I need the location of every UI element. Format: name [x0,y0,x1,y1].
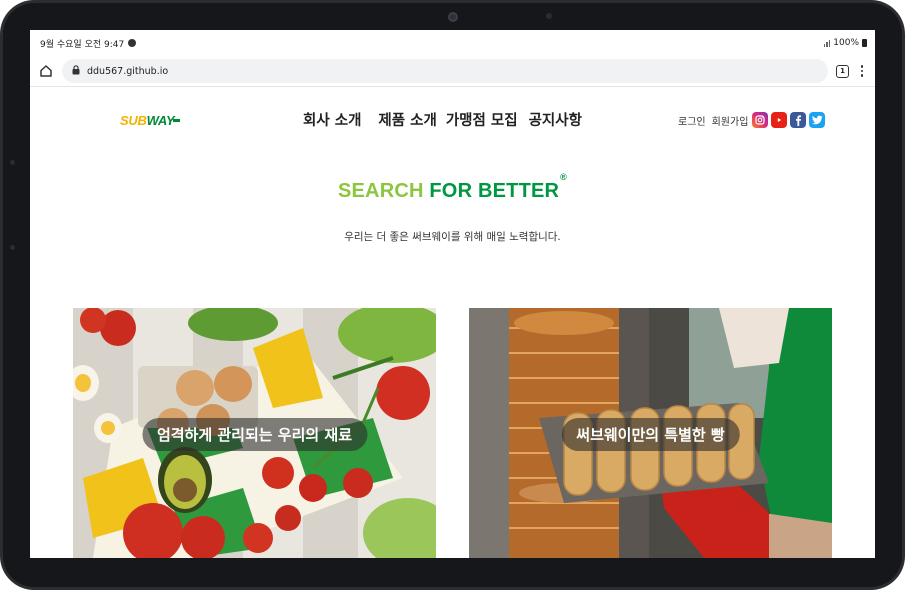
ingredients-card[interactable]: 엄격하게 관리되는 우리의 재료 [73,308,436,558]
card-caption: 엄격하게 관리되는 우리의 재료 [141,418,368,451]
signup-link[interactable]: 회원가입 [712,113,749,128]
browser-toolbar: ddu567.github.io 1 [30,56,875,86]
address-bar[interactable]: ddu567.github.io [62,59,828,83]
url-text: ddu567.github.io [87,65,169,77]
site-header: SUBWAY 회사 소개 제품 소개 가맹점 모집 공지사항 로그인 회원가입 [30,87,875,157]
status-time: 9월 수요일 오전 9:47 [40,39,125,50]
tab-switcher-button[interactable]: 1 [836,64,849,78]
facebook-icon[interactable] [790,112,807,128]
home-icon[interactable] [38,63,54,79]
battery-icon [862,39,867,47]
battery-level: 100% [833,38,859,48]
instagram-icon[interactable] [752,112,769,128]
card-caption: 써브웨이만의 특별한 빵 [561,418,740,451]
status-bar: 9월 수요일 오전 9:47 100% [30,30,875,56]
hero-subtitle: 우리는 더 좋은 써브웨이를 위해 매일 노력합니다. [344,231,561,243]
utility-links: 로그인 회원가입 [678,112,826,128]
lock-icon [72,64,80,78]
signal-icon [823,39,831,47]
side-sensor [10,160,15,165]
front-camera [448,12,458,22]
side-sensor [10,245,15,250]
nav-products[interactable]: 제품 소개 [378,109,436,130]
twitter-icon[interactable] [809,112,826,128]
youtube-icon[interactable] [771,112,788,128]
notification-icon [128,39,137,47]
hero-title: SEARCH FOR BETTER® [337,172,568,202]
bread-card[interactable]: 써브웨이만의 특별한 빵 [469,308,832,558]
nav-company[interactable]: 회사 소개 [303,109,361,130]
nav-notice[interactable]: 공지사항 [529,109,582,130]
screen: 9월 수요일 오전 9:47 100% ddu567.github.io 1 S… [30,30,875,558]
main-nav: 회사 소개 제품 소개 가맹점 모집 공지사항 [303,109,582,130]
nav-franchise[interactable]: 가맹점 모집 [446,109,518,130]
subway-logo[interactable]: SUBWAY [120,113,181,128]
login-link[interactable]: 로그인 [678,113,706,128]
more-menu-icon[interactable] [857,65,867,77]
light-sensor [546,13,552,19]
tablet-frame: 9월 수요일 오전 9:47 100% ddu567.github.io 1 S… [0,0,905,590]
